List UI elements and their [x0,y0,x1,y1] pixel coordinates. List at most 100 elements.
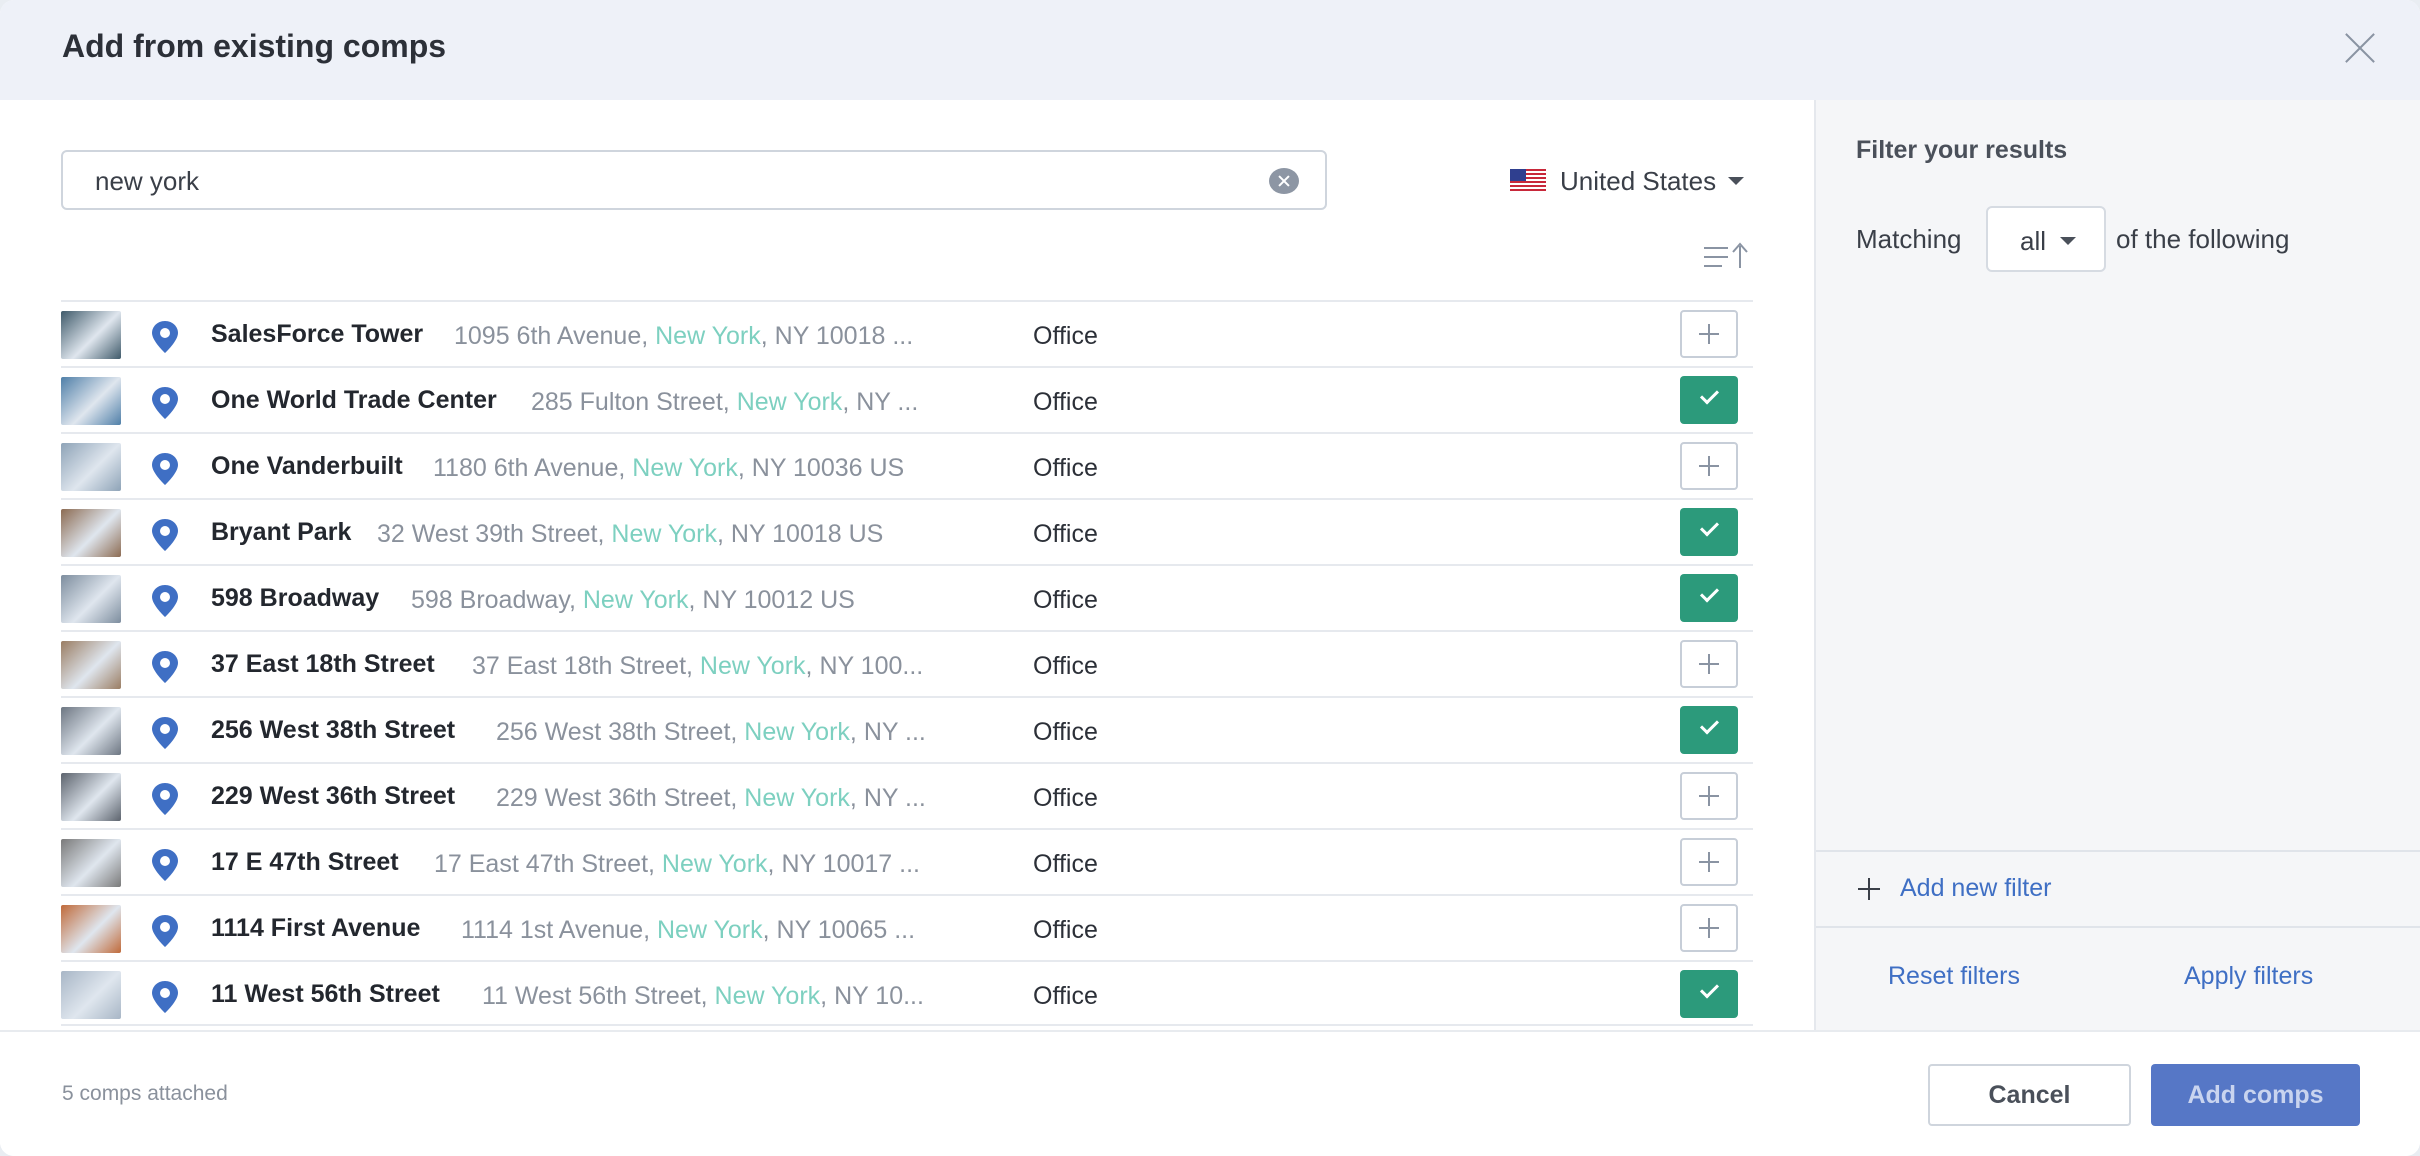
close-icon[interactable] [2342,30,2378,66]
selected-check-button[interactable] [1680,970,1738,1018]
location-pin-icon [152,321,178,353]
building-thumbnail [61,971,121,1019]
comp-type: Office [1033,322,1098,350]
address-rest: , NY 10012 US [688,586,855,614]
search-input[interactable] [93,152,1247,210]
table-row: Bryant Park 32 West 39th Street, New York… [61,498,1753,564]
add-comps-button[interactable]: Add comps [2151,1064,2360,1126]
chevron-down-icon [1728,177,1745,185]
us-flag-icon [1510,169,1546,193]
building-thumbnail [61,641,121,689]
add-comp-button[interactable] [1680,310,1738,358]
comp-type: Office [1033,850,1098,878]
address-city: New York [655,322,761,350]
address-city: New York [699,652,806,680]
add-comps-dialog: Add from existing comps United States Sa… [0,0,2420,1156]
divider [1816,850,2420,852]
location-pin-icon [152,783,178,815]
location-pin-icon [152,651,178,683]
table-row: 17 E 47th Street 17 East 47th Street, New… [61,828,1753,894]
add-filter-label: Add new filter [1900,874,2052,902]
comp-type: Office [1033,916,1098,944]
address-street: 32 West 39th Street, [377,520,612,548]
address-street: 256 West 38th Street, [496,718,745,746]
add-comp-button[interactable] [1680,442,1738,490]
selected-check-button[interactable] [1680,376,1738,424]
address-street: 1095 6th Avenue, [454,322,656,350]
selected-check-button[interactable] [1680,706,1738,754]
attached-count: 5 comps attached [62,1082,228,1105]
address-rest: , NY 10036 US [737,454,905,482]
filter-panel: Filter your results Matching all of the … [1814,100,2420,1030]
comp-address: 598 Broadway, New York, NY 10012 US [411,586,998,615]
address-rest: , NY 10... [820,982,924,1010]
selected-check-button[interactable] [1680,508,1738,556]
building-thumbnail [61,839,121,887]
comp-address: 11 West 56th Street, New York, NY 10... [482,982,998,1011]
following-label: of the following [2116,224,2290,254]
add-comp-button[interactable] [1680,838,1738,886]
clear-search-icon[interactable] [1269,168,1299,194]
address-rest: , NY ... [842,388,919,416]
comp-name: Bryant Park [211,518,352,546]
comp-address: 1180 6th Avenue, New York, NY 10036 US [433,454,998,483]
comp-type: Office [1033,586,1098,614]
apply-filters-button[interactable]: Apply filters [2184,962,2313,991]
building-thumbnail [61,509,121,557]
address-city: New York [611,520,718,548]
address-city: New York [736,388,843,416]
table-row: 37 East 18th Street 37 East 18th Street, … [61,630,1753,696]
comp-address: 37 East 18th Street, New York, NY 100... [472,652,998,681]
sort-ascending-icon[interactable] [1700,240,1756,274]
comp-address: 285 Fulton Street, New York, NY ... [531,388,998,417]
add-comp-button[interactable] [1680,904,1738,952]
building-thumbnail [61,905,121,953]
search-box [61,150,1327,210]
address-street: 229 West 36th Street, [496,784,745,812]
table-row: One Vanderbuilt 1180 6th Avenue, New York… [61,432,1753,498]
address-rest: , NY ... [849,718,926,746]
comp-name: 256 West 38th Street [211,716,456,744]
comp-type: Office [1033,520,1098,548]
comp-name: 598 Broadway [211,584,380,612]
country-select[interactable]: United States [1510,164,1745,198]
comp-type: Office [1033,982,1098,1010]
address-street: 17 East 47th Street, [434,850,662,878]
comp-type: Office [1033,718,1098,746]
cancel-button[interactable]: Cancel [1928,1064,2131,1126]
building-thumbnail [61,377,121,425]
location-pin-icon [152,717,178,749]
comp-type: Office [1033,652,1098,680]
address-city: New York [632,454,738,482]
add-filter-button[interactable]: Add new filter [1858,874,2051,903]
comp-address: 32 West 39th Street, New York, NY 10018 … [377,520,998,549]
table-row: 256 West 38th Street 256 West 38th Street… [61,696,1753,762]
address-rest: , NY 10017 ... [767,850,920,878]
comp-address: 229 West 36th Street, New York, NY ... [496,784,998,813]
comp-type: Office [1033,388,1098,416]
address-city: New York [744,784,850,812]
address-street: 1114 1st Avenue, [461,916,657,944]
comp-name: 11 West 56th Street [211,980,440,1008]
comp-name: 17 E 47th Street [211,848,399,876]
chevron-down-icon [2060,237,2076,245]
matching-value: all [2020,226,2047,256]
reset-filters-button[interactable]: Reset filters [1888,962,2020,991]
table-row: SalesForce Tower 1095 6th Avenue, New Yor… [61,300,1753,366]
comp-name: One World Trade Center [211,386,497,414]
comp-type: Office [1033,454,1098,482]
building-thumbnail [61,443,121,491]
address-rest: , NY ... [849,784,926,812]
table-row: 229 West 36th Street 229 West 36th Street… [61,762,1753,828]
address-rest: , NY 10018 US [717,520,884,548]
comp-name: SalesForce Tower [211,320,424,348]
add-comp-button[interactable] [1680,772,1738,820]
location-pin-icon [152,519,178,551]
comp-name: 1114 First Avenue [211,914,421,942]
selected-check-button[interactable] [1680,574,1738,622]
add-comp-button[interactable] [1680,640,1738,688]
plus-icon [1858,877,1880,900]
matching-select[interactable]: all [1986,206,2106,272]
address-street: 598 Broadway, [411,586,583,614]
location-pin-icon [152,387,178,419]
